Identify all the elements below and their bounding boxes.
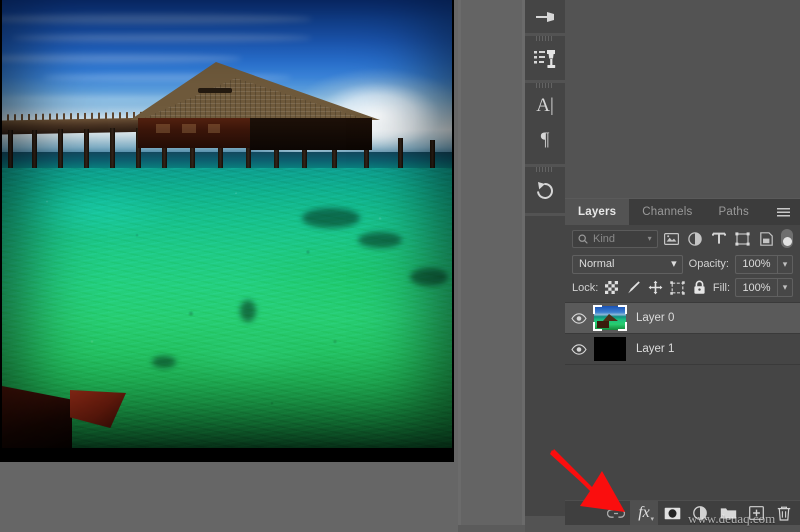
overwater-bungalow — [130, 62, 380, 154]
dock-group-history — [525, 167, 565, 213]
dock-grip[interactable] — [536, 36, 554, 41]
layers-panel-footer: fx ▾ — [565, 500, 800, 525]
tab-paths-label: Paths — [719, 206, 749, 218]
tab-layers-label: Layers — [578, 206, 616, 218]
filter-smart-object-layers-icon[interactable] — [756, 229, 777, 248]
hamburger-lines — [777, 208, 790, 217]
panel-menu-icon[interactable] — [767, 199, 800, 225]
new-group-button[interactable] — [714, 501, 742, 526]
fill-dropdown-caret[interactable]: ▾ — [777, 278, 793, 297]
tab-layers[interactable]: Layers — [565, 199, 629, 225]
character-panel-glyph: A| — [536, 96, 554, 115]
folder-icon — [720, 507, 737, 520]
layer-name[interactable]: Layer 0 — [636, 312, 674, 324]
bungalow-wall-shadow — [250, 118, 372, 150]
blend-mode-select[interactable]: Normal ▾ — [572, 255, 683, 274]
lock-label: Lock: — [572, 282, 598, 294]
layer-thumbnail[interactable] — [593, 305, 627, 331]
add-layer-style-button[interactable]: fx ▾ — [630, 501, 658, 526]
filter-kind-label: Kind — [593, 233, 643, 245]
table-row[interactable]: Layer 0 — [565, 303, 800, 334]
lock-position-icon[interactable] — [647, 279, 664, 296]
new-layer-icon — [749, 506, 764, 520]
dock-grip[interactable] — [536, 167, 554, 172]
layer-thumbnail[interactable] — [593, 336, 627, 362]
tab-channels-label: Channels — [642, 206, 692, 218]
panel-empty-area-above — [565, 0, 800, 198]
tab-paths[interactable]: Paths — [706, 199, 762, 225]
eye-icon — [571, 344, 587, 355]
fill-input[interactable]: 100% — [735, 278, 777, 297]
dock-grip[interactable] — [536, 83, 554, 88]
table-row[interactable]: Layer 1 — [565, 334, 800, 365]
layer-visibility-toggle[interactable] — [565, 313, 593, 324]
lock-artboard-nesting-icon[interactable] — [669, 279, 686, 296]
collapsed-panel-dock[interactable]: A| ¶ — [525, 0, 565, 532]
fill-label: Fill: — [713, 282, 730, 294]
brushes-panel-icon[interactable] — [525, 0, 565, 33]
roof-ridge — [198, 88, 232, 93]
filter-enable-toggle[interactable] — [781, 229, 793, 248]
filter-kind-select[interactable]: Kind ▾ — [572, 230, 658, 248]
photoshop-window: A| ¶ Layers — [0, 0, 800, 532]
character-panel-icon[interactable]: A| — [525, 88, 565, 123]
layer-mask-icon — [664, 507, 681, 520]
filter-shape-layers-icon[interactable] — [732, 229, 753, 248]
opacity-input[interactable]: 100% — [735, 255, 777, 274]
layer-visibility-toggle[interactable] — [565, 344, 593, 355]
paragraph-panel-glyph: ¶ — [541, 130, 550, 149]
canvas-frame — [0, 0, 454, 462]
filter-type-layers-icon[interactable] — [708, 229, 729, 248]
blend-mode-value: Normal — [579, 258, 614, 270]
dock-group-brushes — [525, 0, 565, 33]
lock-row: Lock: — [565, 276, 800, 299]
half-circle-icon — [693, 506, 708, 521]
document-canvas-area[interactable] — [0, 0, 458, 532]
dock-group-type: A| ¶ — [525, 83, 565, 164]
panel-tabbar: Layers Channels Paths — [565, 198, 800, 225]
lock-transparent-pixels-icon[interactable] — [603, 279, 620, 296]
tab-channels[interactable]: Channels — [629, 199, 705, 225]
new-layer-button[interactable] — [742, 501, 770, 526]
chevron-down-icon: ▾ — [648, 234, 652, 243]
layer-name[interactable]: Layer 1 — [636, 343, 674, 355]
clone-source-panel-icon[interactable] — [525, 41, 565, 77]
add-layer-mask-button[interactable] — [658, 501, 686, 526]
new-fill-adjustment-layer-button[interactable] — [686, 501, 714, 526]
chevron-down-icon: ▾ — [671, 259, 677, 270]
opacity-label: Opacity: — [689, 258, 729, 270]
eye-icon — [571, 313, 587, 324]
fx-label: fx — [638, 505, 650, 521]
layer-filter-row: Kind ▾ — [565, 225, 800, 252]
link-icon — [607, 508, 625, 519]
paragraph-panel-icon[interactable]: ¶ — [525, 123, 565, 155]
dock-group-clone-source — [525, 36, 565, 80]
search-icon — [578, 234, 588, 244]
layer-list: Layer 0 Layer 1 — [565, 302, 800, 365]
blend-mode-row: Normal ▾ Opacity: 100% ▾ — [565, 252, 800, 276]
document-image — [2, 0, 452, 448]
layers-panel: Layers Channels Paths — [565, 0, 800, 532]
lock-image-pixels-icon[interactable] — [625, 279, 642, 296]
filter-adjustment-layers-icon[interactable] — [685, 229, 706, 248]
trash-icon — [777, 506, 791, 521]
chevron-down-icon: ▾ — [650, 516, 654, 523]
dock-group-empty — [525, 216, 565, 516]
opacity-dropdown-caret[interactable]: ▾ — [777, 255, 793, 274]
panel-bottom-strip — [565, 525, 800, 532]
dock-gap — [458, 0, 525, 532]
delete-layer-button[interactable] — [770, 501, 798, 526]
filter-pixel-layers-icon[interactable] — [661, 229, 682, 248]
lock-all-icon[interactable] — [691, 279, 708, 296]
layers-panel-body: Layers Channels Paths — [565, 198, 800, 532]
history-panel-icon[interactable] — [525, 172, 565, 210]
link-layers-button[interactable] — [602, 501, 630, 526]
